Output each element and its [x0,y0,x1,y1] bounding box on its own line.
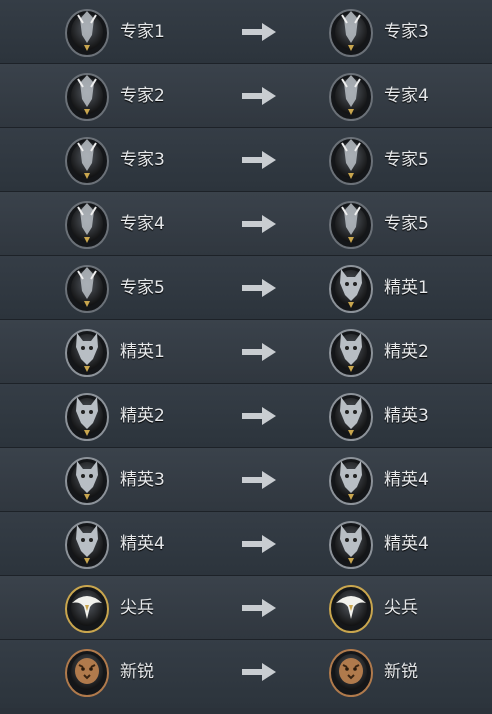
to-rank-label: 新锐 [384,662,418,682]
from-rank-label: 专家3 [120,150,165,170]
arrow-right-icon [242,23,276,41]
to-rank-label: 精英2 [384,342,429,362]
upgrade-row: 专家2 专家4 [0,64,492,128]
upgrade-row: 专家4 专家5 [0,192,492,256]
specialist-badge-icon [328,197,374,251]
from-rank-label: 精英1 [120,342,165,362]
specialist-badge-icon [64,261,110,315]
arrow-right-icon [242,535,276,553]
elite-wolf-badge-icon [328,325,374,379]
arrow-right-icon [242,407,276,425]
specialist-badge-icon [64,133,110,187]
to-rank-label: 尖兵 [384,598,418,618]
specialist-badge-icon [64,69,110,123]
from-rank-label: 精英4 [120,534,165,554]
tiger-badge-icon [64,645,110,699]
upgrade-row: 精英4 精英4 [0,512,492,576]
elite-wolf-badge-icon [64,389,110,443]
arrow-right-icon [242,87,276,105]
from-rank-label: 精英2 [120,406,165,426]
from-rank-label: 专家5 [120,278,165,298]
to-rank-label: 精英1 [384,278,429,298]
arrow-right-icon [242,599,276,617]
from-rank-label: 精英3 [120,470,165,490]
upgrade-row: 精英3 精英4 [0,448,492,512]
to-rank-label: 精英3 [384,406,429,426]
specialist-badge-icon [328,133,374,187]
to-rank-label: 精英4 [384,470,429,490]
arrow-right-icon [242,279,276,297]
arrow-right-icon [242,215,276,233]
arrow-right-icon [242,343,276,361]
to-rank-label: 专家5 [384,214,429,234]
elite-wolf-badge-icon [328,389,374,443]
from-rank-label: 尖兵 [120,598,154,618]
from-rank-label: 专家1 [120,22,165,42]
specialist-badge-icon [64,5,110,59]
elite-wolf-badge-icon [64,517,110,571]
specialist-badge-icon [64,197,110,251]
to-rank-label: 精英4 [384,534,429,554]
upgrade-row: 精英2 精英3 [0,384,492,448]
elite-wolf-badge-icon [328,453,374,507]
eagle-badge-icon [328,581,374,635]
tiger-badge-icon [328,645,374,699]
upgrade-row: 专家5 精英1 [0,256,492,320]
upgrade-row: 尖兵 尖兵 [0,576,492,640]
to-rank-label: 专家3 [384,22,429,42]
specialist-badge-icon [328,69,374,123]
specialist-badge-icon [328,5,374,59]
arrow-right-icon [242,663,276,681]
elite-wolf-badge-icon [64,453,110,507]
from-rank-label: 新锐 [120,662,154,682]
arrow-right-icon [242,151,276,169]
rank-upgrade-table: 专家1 专家3 专家2 专家4 专家3 专家5 专家4 专家5 专家5 精英1 … [0,0,492,708]
upgrade-row: 精英1 精英2 [0,320,492,384]
upgrade-row: 新锐 新锐 [0,640,492,708]
elite-wolf-badge-icon [328,517,374,571]
to-rank-label: 专家5 [384,150,429,170]
upgrade-row: 专家3 专家5 [0,128,492,192]
upgrade-row: 专家1 专家3 [0,0,492,64]
eagle-badge-icon [64,581,110,635]
elite-wolf-badge-icon [64,325,110,379]
from-rank-label: 专家4 [120,214,165,234]
from-rank-label: 专家2 [120,86,165,106]
elite-wolf-badge-icon [328,261,374,315]
arrow-right-icon [242,471,276,489]
to-rank-label: 专家4 [384,86,429,106]
